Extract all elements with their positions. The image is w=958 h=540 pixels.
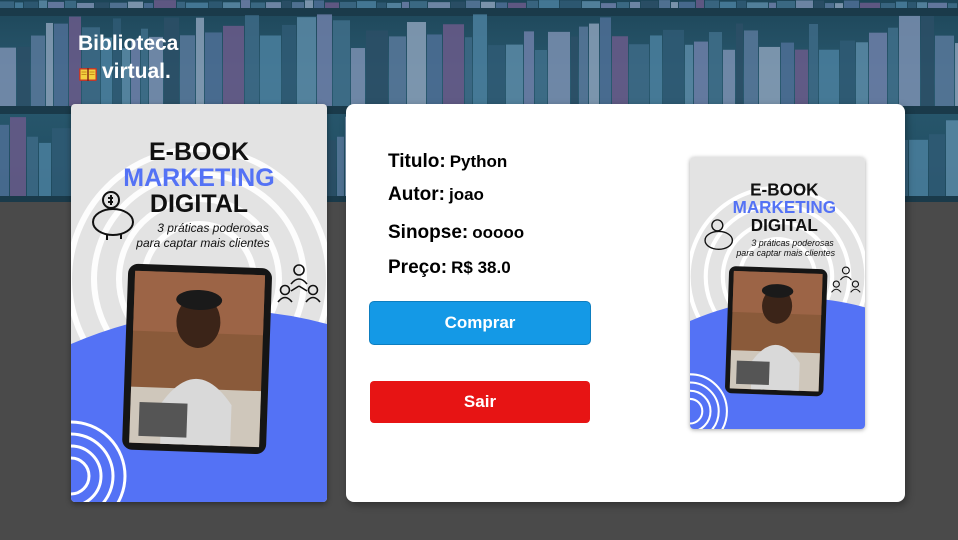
brand-line1: Biblioteca <box>78 32 179 55</box>
autor-label: Autor: <box>388 184 445 205</box>
ebook-cover-large: E-BOOK MARKETING DIGITAL 3 práticas pode… <box>71 104 327 502</box>
buy-button[interactable]: Comprar <box>370 302 590 344</box>
cover-title-line3: DIGITAL <box>150 190 248 218</box>
sinopse-label: Sinopse: <box>388 222 469 243</box>
titulo-label: Titulo: <box>388 151 446 172</box>
tablet-photo <box>122 263 272 455</box>
cover-subtitle-line2: para captar mais clientes <box>135 236 269 250</box>
thumb-subtitle-line1: 3 práticas poderosas <box>751 238 834 248</box>
book-icon <box>78 63 98 81</box>
titulo-row: Titulo: Python <box>388 151 507 173</box>
cover-subtitle-line1: 3 práticas poderosas <box>157 221 268 235</box>
thumb-title-line2: MARKETING <box>733 198 836 217</box>
exit-button[interactable]: Sair <box>370 381 590 423</box>
sinopse-row: Sinopse: ooooo <box>388 222 524 244</box>
cover-title-line2: MARKETING <box>123 164 274 192</box>
brand-line2: virtual. <box>102 60 171 83</box>
titulo-value: Python <box>449 152 508 171</box>
ebook-cover-thumbnail: E-BOOK MARKETING DIGITAL 3 práticas pode… <box>690 157 865 429</box>
thumb-subtitle-line2: para captar mais clientes <box>735 248 835 258</box>
preco-value: R$ 38.0 <box>451 258 511 277</box>
preco-row: Preço: R$ 38.0 <box>388 257 511 279</box>
brand-logo: Biblioteca virtual. <box>78 30 178 86</box>
thumb-title-line1: E-BOOK <box>750 180 819 199</box>
cover-title-line1: E-BOOK <box>149 138 249 166</box>
preco-label: Preço: <box>388 257 448 278</box>
sinopse-value: ooooo <box>472 223 525 242</box>
ebook-cover-art: E-BOOK MARKETING DIGITAL 3 práticas pode… <box>71 104 327 502</box>
tablet-photo <box>725 266 828 397</box>
thumb-title-line3: DIGITAL <box>751 216 818 235</box>
ebook-thumbnail-art: E-BOOK MARKETING DIGITAL 3 práticas pode… <box>690 157 865 429</box>
book-details-panel: Titulo: Python Autor: joao Sinopse: ooooo P… <box>346 104 905 502</box>
autor-value: joao <box>448 185 484 204</box>
autor-row: Autor: joao <box>388 184 484 206</box>
